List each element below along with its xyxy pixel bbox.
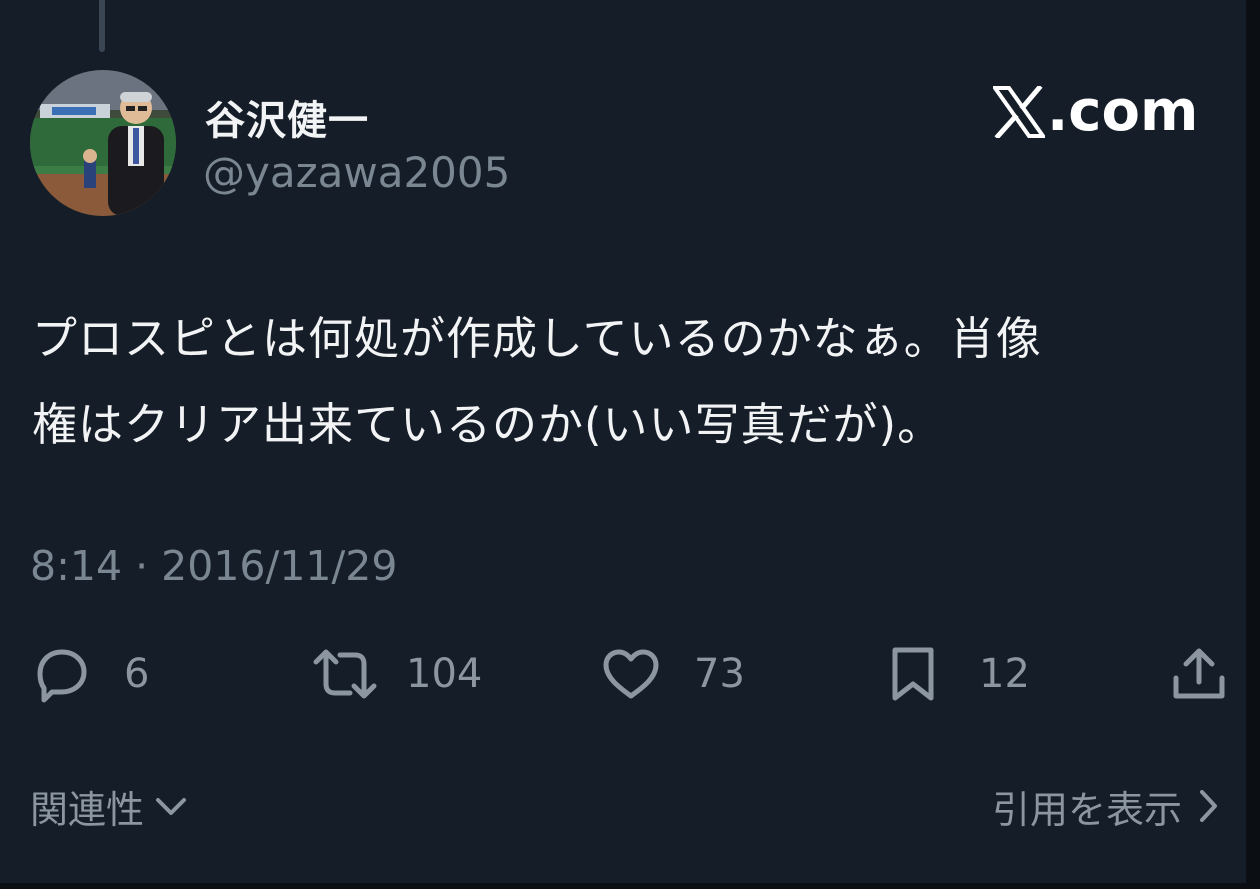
view-quotes-link[interactable]: 引用を表示 <box>992 776 1220 836</box>
quotes-label: 引用を表示 <box>991 787 1182 832</box>
reply-icon <box>37 649 87 703</box>
brand-domain-text: .com <box>1047 79 1199 144</box>
chevron-right-icon <box>1200 790 1217 822</box>
bookmark-count: 12 <box>979 651 1030 697</box>
x-logo-icon <box>993 86 1045 138</box>
like-count: 73 <box>694 651 745 697</box>
bookmark-button[interactable]: 12 <box>887 644 1030 704</box>
screen-edge-bottom <box>0 883 1260 889</box>
related-label: 関連性 <box>30 787 145 832</box>
author-handle[interactable]: @yazawa2005 <box>203 148 510 197</box>
avatar-photo <box>30 70 176 216</box>
screen-edge <box>1246 0 1260 889</box>
share-icon <box>1173 648 1225 699</box>
retweet-button[interactable]: 104 <box>310 644 482 704</box>
avatar[interactable] <box>30 70 176 216</box>
tweet-text-line: プロスピとは何処が作成しているのかなぁ。肖像 <box>32 312 1042 365</box>
retweet-count: 104 <box>406 651 483 697</box>
chevron-down-icon <box>156 798 187 815</box>
brand-watermark: .com <box>993 80 1198 144</box>
reply-button[interactable]: 6 <box>30 644 149 704</box>
tweet-text: プロスピとは何処が作成しているのかなぁ。肖像 権はクリア出来ているのか(いい写真… <box>32 296 1212 468</box>
author-display-name[interactable]: 谷沢健一 <box>205 88 369 146</box>
reply-count: 6 <box>124 651 150 697</box>
related-sort-toggle[interactable]: 関連性 <box>30 776 190 836</box>
tweet-text-line: 権はクリア出来ているのか(いい写真だが)。 <box>32 398 944 451</box>
share-button[interactable] <box>1170 644 1228 704</box>
bookmark-icon <box>892 647 934 701</box>
thread-connector-line <box>99 0 105 52</box>
heart-icon <box>603 649 659 699</box>
like-button[interactable]: 73 <box>600 644 745 704</box>
retweet-icon <box>313 649 377 699</box>
tweet-timestamp[interactable]: 8:14 · 2016/11/29 <box>30 542 397 590</box>
